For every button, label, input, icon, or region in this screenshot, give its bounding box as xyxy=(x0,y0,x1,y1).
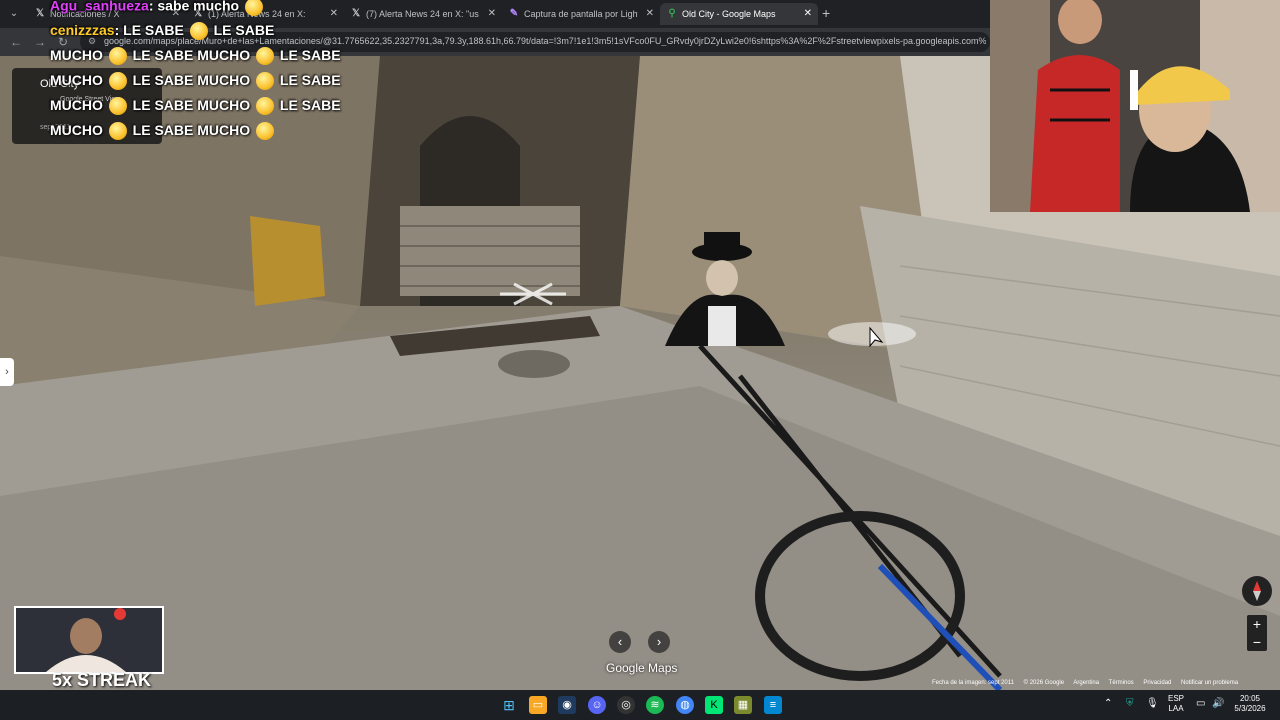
clock-time: 20:05 xyxy=(1239,694,1261,703)
expand-panel-button[interactable]: › xyxy=(0,358,14,386)
clock-date: 5/3/2026 xyxy=(1234,704,1266,713)
coin-emote-icon xyxy=(244,0,263,16)
prev-image-button[interactable]: ‹ xyxy=(609,631,631,653)
new-tab-button[interactable]: + xyxy=(822,5,830,21)
chat-fragment: MUCHO xyxy=(50,72,103,88)
privacy-link[interactable]: Privacidad xyxy=(1143,680,1171,686)
image-date: Fecha de la imagen: sept 2011 xyxy=(932,680,1014,686)
chat-text: sabe mucho xyxy=(157,0,240,14)
chat-message: Agu_sanhueza: sabe mucho xyxy=(50,0,340,18)
x-icon: 𝕏 xyxy=(351,8,361,19)
clock[interactable]: 20:05 5/3/2026 xyxy=(1226,694,1274,714)
chat-fragment: LE SABE MUCHO xyxy=(132,72,251,88)
stream-chat-overlay: Agu_sanhueza: sabe mucho cenizzzas: LE S… xyxy=(50,0,341,143)
tray-overflow-icon[interactable]: ⌃ xyxy=(1104,698,1112,709)
chat-fragment: LE SABE xyxy=(279,72,341,88)
chat-message-continued: MUCHO LE SABE MUCHO LE SABE xyxy=(50,43,341,68)
keyboard-layout: LAA xyxy=(1168,704,1184,713)
zoom-out-button[interactable]: − xyxy=(1247,633,1267,651)
chat-username: Agu_sanhueza xyxy=(50,0,149,14)
chrome-icon[interactable]: ◍ xyxy=(676,696,694,714)
tab-lightshot[interactable]: ✎ Captura de pantalla por Lightshot ✕ xyxy=(502,3,660,25)
maps-pin-icon: ⚲ xyxy=(668,8,676,19)
tray-shield-icon[interactable]: ⛨ xyxy=(1126,698,1134,709)
chat-fragment: LE SABE xyxy=(123,22,184,38)
compass-needle-icon xyxy=(1253,581,1261,601)
coin-emote-icon xyxy=(108,47,127,66)
x-icon: 𝕏 xyxy=(35,8,45,19)
spotify-icon[interactable]: ≋ xyxy=(646,696,664,714)
back-arrow-icon[interactable]: ← xyxy=(10,35,22,49)
mini-cam-feed xyxy=(16,608,162,672)
streak-counter: 5x STREAK xyxy=(52,670,152,690)
feather-icon: ✎ xyxy=(509,8,519,19)
chat-fragment: LE SABE MUCHO xyxy=(132,97,251,113)
coin-emote-icon xyxy=(108,122,127,141)
game-launcher-icon[interactable]: ▦ xyxy=(734,696,752,714)
report-problem-link[interactable]: Notificar un problema xyxy=(1181,680,1238,686)
country-link[interactable]: Argentina xyxy=(1073,680,1099,686)
streamer-webcam xyxy=(990,0,1280,212)
coin-emote-icon xyxy=(256,97,275,116)
chat-fragment: LE SABE xyxy=(279,97,341,113)
chat-message-continued: MUCHO LE SABE MUCHO xyxy=(50,118,340,143)
notepad-icon[interactable]: ≡ xyxy=(764,696,782,714)
tab-alerta-news-7[interactable]: 𝕏 (7) Alerta News 24 en X: "us | La ✕ xyxy=(344,3,502,25)
language-indicator[interactable]: ESP LAA xyxy=(1168,694,1184,714)
network-icon[interactable]: ▭ xyxy=(1196,698,1205,709)
chat-fragment: LE SABE MUCHO xyxy=(132,47,251,63)
close-tab-icon[interactable]: ✕ xyxy=(804,3,812,25)
coin-emote-icon xyxy=(256,72,275,91)
chat-fragment: LE SABE xyxy=(213,22,275,38)
chat-username: cenizzzas xyxy=(50,22,115,38)
obs-icon[interactable]: ◎ xyxy=(617,696,635,714)
webcam-feed xyxy=(990,0,1280,212)
microphone-icon[interactable]: 🎙 xyxy=(1146,698,1159,709)
file-explorer-icon[interactable]: ▭ xyxy=(529,696,547,714)
google-maps-brand: Google Maps xyxy=(606,661,678,675)
close-tab-icon[interactable]: ✕ xyxy=(488,3,496,25)
coin-emote-icon xyxy=(256,47,275,66)
kick-icon[interactable]: K xyxy=(705,696,723,714)
chat-message: cenizzzas: LE SABE LE SABE xyxy=(50,18,340,43)
map-footer: Fecha de la imagen: sept 2011 © 2026 Goo… xyxy=(932,680,1246,686)
language-code: ESP xyxy=(1168,694,1185,703)
chat-fragment: MUCHO xyxy=(50,97,103,113)
coin-emote-icon xyxy=(256,122,275,141)
terms-link[interactable]: Términos xyxy=(1109,680,1134,686)
discord-icon[interactable]: ☺ xyxy=(588,696,606,714)
chat-message-continued: MUCHO LE SABE MUCHO LE SABE xyxy=(50,93,341,118)
coin-emote-icon xyxy=(108,97,127,116)
zoom-in-button[interactable]: + xyxy=(1247,615,1267,633)
chat-fragment: MUCHO xyxy=(50,122,103,138)
tab-search-dropdown-icon[interactable]: ⌄ xyxy=(6,6,22,22)
steam-icon[interactable]: ◉ xyxy=(558,696,576,714)
volume-icon[interactable]: 🔊 xyxy=(1212,698,1224,709)
chat-message-continued: MUCHO LE SABE MUCHO LE SABE xyxy=(50,68,341,93)
chat-fragment: LE SABE xyxy=(279,47,341,63)
close-tab-icon[interactable]: ✕ xyxy=(646,3,654,25)
compass-icon[interactable] xyxy=(1242,576,1272,606)
chat-fragment: LE SABE MUCHO xyxy=(132,122,251,138)
alert-mini-cam xyxy=(14,606,164,674)
copyright: © 2026 Google xyxy=(1023,680,1065,686)
windows-start-icon[interactable]: ⊞ xyxy=(500,696,518,714)
tab-google-maps[interactable]: ⚲ Old City - Google Maps ✕ xyxy=(660,3,818,25)
taskbar: ⊞ ▭ ◉ ☺ ◎ ≋ ◍ K ▦ ≡ ⌃ ⛨ 🎙 ESP LAA ▭ 🔊 20… xyxy=(0,690,1280,720)
coin-emote-icon xyxy=(108,72,127,91)
coin-emote-icon xyxy=(189,22,208,41)
next-image-button[interactable]: › xyxy=(648,631,670,653)
chat-fragment: MUCHO xyxy=(50,47,103,63)
zoom-control: + − xyxy=(1247,615,1267,651)
forward-arrow-icon[interactable]: → xyxy=(34,35,46,49)
